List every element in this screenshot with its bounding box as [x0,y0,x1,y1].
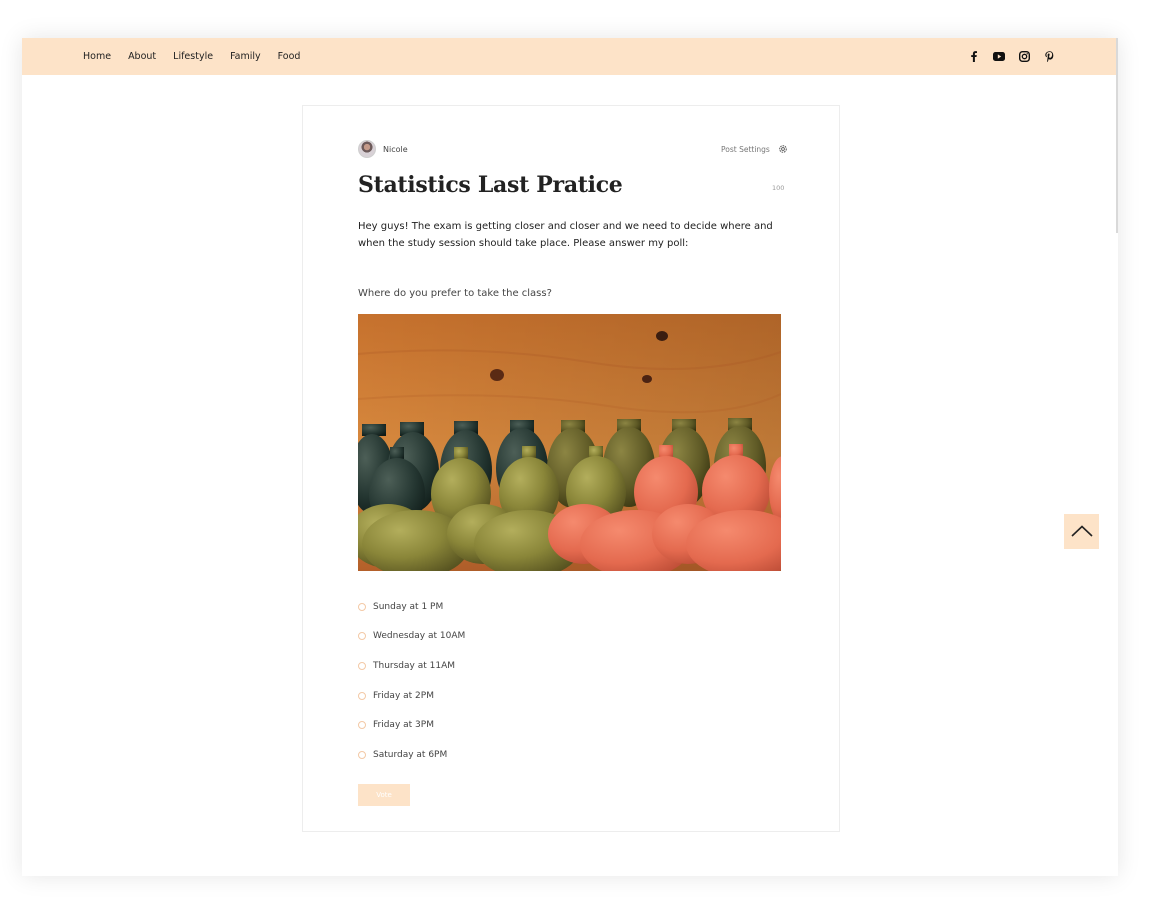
radio-button[interactable] [358,602,366,611]
social-links [956,38,1056,75]
nav-menu: Home About Lifestyle Family Food [83,38,317,75]
instagram-icon[interactable] [1017,50,1031,64]
post-settings-label: Post Settings [721,144,770,154]
nav-lifestyle[interactable]: Lifestyle [173,51,213,62]
poll-image-vases [358,314,781,571]
scrollbar[interactable] [1116,38,1118,233]
poll-option-label: Wednesday at 10AM [373,631,466,642]
post-intro-text: Hey guys! The exam is getting closer and… [358,221,773,249]
poll-option[interactable]: Wednesday at 10AM [358,622,465,652]
post-card: Nicole Post Settings Statistics Last Pra… [302,105,840,832]
nav-about[interactable]: About [128,51,156,62]
radio-button[interactable] [358,691,366,700]
avatar[interactable] [358,140,376,158]
author-name[interactable]: Nicole [383,145,408,154]
site-window: Home About Lifestyle Family Food Nicole [22,38,1118,876]
radio-button[interactable] [358,750,366,759]
radio-button[interactable] [358,632,366,641]
facebook-icon[interactable] [967,50,981,64]
poll-option[interactable]: Friday at 2PM [358,681,465,711]
poll-option-label: Sunday at 1 PM [373,601,444,612]
post-settings-button[interactable]: Post Settings [721,144,788,154]
top-navbar: Home About Lifestyle Family Food [22,38,1118,75]
youtube-icon[interactable] [992,50,1006,64]
nav-family[interactable]: Family [230,51,261,62]
nav-home[interactable]: Home [83,51,111,62]
poll-option-label: Thursday at 11AM [373,660,455,671]
gear-icon [778,144,788,154]
radio-button[interactable] [358,661,366,670]
pinterest-icon[interactable] [1042,50,1056,64]
back-to-top-button[interactable] [1064,514,1099,549]
character-count: 100 [772,184,785,192]
radio-button[interactable] [358,721,366,730]
poll-option-label: Saturday at 6PM [373,749,448,760]
poll-option[interactable]: Saturday at 6PM [358,740,465,770]
nav-food[interactable]: Food [278,51,301,62]
poll-option[interactable]: Sunday at 1 PM [358,592,465,622]
vote-button[interactable]: Vote [358,784,410,806]
poll-option[interactable]: Thursday at 11AM [358,651,465,681]
poll-options: Sunday at 1 PM Wednesday at 10AM Thursda… [358,592,465,770]
post-title: Statistics Last Pratice [358,172,623,198]
poll-option-label: Friday at 3PM [373,720,434,731]
poll-question: Where do you prefer to take the class? [358,288,552,299]
author-row: Nicole [358,140,408,158]
poll-option-label: Friday at 2PM [373,690,434,701]
poll-option[interactable]: Friday at 3PM [358,710,465,740]
chevron-up-icon [1070,522,1093,541]
